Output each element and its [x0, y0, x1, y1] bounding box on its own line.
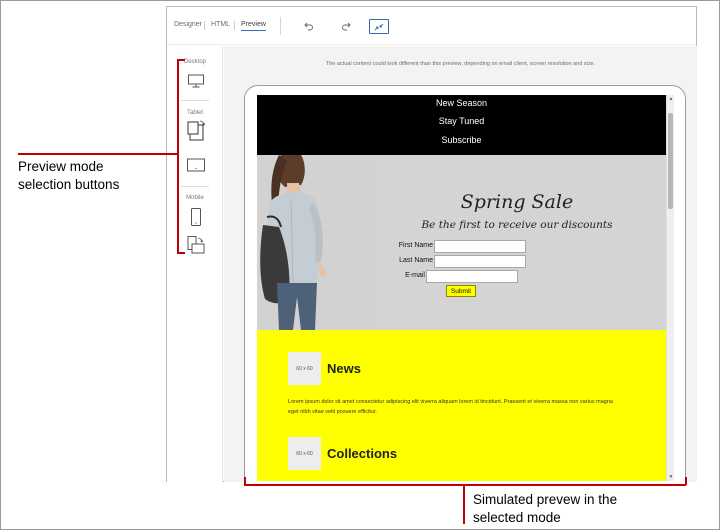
- tab-designer[interactable]: Designer: [174, 21, 202, 28]
- last-name-label: Last Name: [399, 257, 433, 264]
- tablet-landscape-icon: [187, 158, 205, 172]
- desktop-icon: [188, 74, 204, 88]
- email-nav-bar: New Season Stay Tuned Subscribe: [257, 95, 666, 155]
- mode-divider: [181, 100, 209, 101]
- nav-link-stay-tuned[interactable]: Stay Tuned: [257, 116, 666, 126]
- news-heading: News: [327, 361, 361, 376]
- scroll-thumb[interactable]: [668, 113, 673, 209]
- callout-bracket-right: [685, 477, 687, 485]
- callout-preview-mode-line2: selection buttons: [18, 177, 120, 192]
- hero-title: Spring Sale: [460, 191, 574, 213]
- nav-link-new-season[interactable]: New Season: [257, 98, 666, 108]
- tablet-rotate-button[interactable]: [186, 120, 206, 142]
- callout-bracket-bottom: [177, 252, 185, 254]
- last-name-input[interactable]: [434, 255, 526, 268]
- submit-button[interactable]: Submit: [446, 285, 476, 297]
- hero-banner: Spring Sale Be the first to receive our …: [257, 155, 666, 330]
- email-row: E-mail: [381, 270, 425, 283]
- device-screen: New Season Stay Tuned Subscribe Spring S…: [257, 95, 674, 481]
- first-name-row: First Name: [381, 240, 433, 253]
- desktop-label: Desktop: [183, 59, 206, 65]
- callout-preview-mode: Preview mode selection buttons: [18, 158, 119, 194]
- callout-simulated-preview-line1: Simulated prevew in the: [473, 492, 618, 507]
- scroll-up-arrow[interactable]: ▲: [668, 96, 674, 102]
- mobile-rotate-button[interactable]: [186, 234, 206, 256]
- email-editor-window: Designer HTML Preview Desktop Tablet Mob…: [166, 6, 697, 482]
- tablet-landscape-button[interactable]: [186, 154, 206, 176]
- mobile-portrait-icon: [191, 208, 201, 226]
- toolbar-separator: [280, 17, 281, 35]
- mobile-label: Mobile: [186, 195, 204, 201]
- email-label: E-mail: [405, 272, 425, 279]
- redo-icon[interactable]: [339, 19, 353, 33]
- fit-screen-icon[interactable]: [369, 19, 389, 34]
- tab-html[interactable]: HTML: [211, 21, 230, 28]
- first-name-input[interactable]: [434, 240, 526, 253]
- undo-icon[interactable]: [302, 19, 316, 33]
- callout-preview-mode-line1: Preview mode: [18, 159, 104, 174]
- last-name-row: Last Name: [381, 255, 433, 268]
- callout-bracket-vertical: [177, 59, 179, 253]
- editor-toolbar: Designer HTML Preview: [167, 7, 696, 45]
- callout-line-horizontal: [18, 153, 178, 155]
- hero-subtitle: Be the first to receive our discounts: [421, 219, 613, 231]
- scroll-down-arrow[interactable]: ▼: [668, 474, 674, 480]
- email-preview: New Season Stay Tuned Subscribe Spring S…: [257, 95, 666, 481]
- collections-heading: Collections: [327, 446, 398, 461]
- content-section: 60 x 60 News Lorem ipsum dolor sit amet …: [257, 330, 666, 481]
- tab-preview[interactable]: Preview: [241, 21, 266, 31]
- first-name-label: First Name: [398, 242, 433, 249]
- tablet-device-frame: New Season Stay Tuned Subscribe Spring S…: [244, 85, 686, 482]
- tablet-label: Tablet: [186, 110, 203, 116]
- preview-disclaimer: The actual content could look different …: [325, 61, 596, 67]
- callout-line-vertical: [463, 484, 465, 524]
- tab-separator: [234, 21, 235, 30]
- collections-thumbnail: 60 x 60: [288, 437, 321, 470]
- news-thumbnail: 60 x 60: [288, 352, 321, 385]
- preview-scrollbar[interactable]: ▲ ▼: [666, 95, 674, 481]
- model-photo: [257, 155, 377, 330]
- callout-simulated-preview-line2: selected mode: [473, 510, 561, 525]
- callout-simulated-preview: Simulated prevew in the selected mode: [473, 491, 617, 527]
- tab-separator: [204, 21, 205, 30]
- nav-link-subscribe[interactable]: Subscribe: [257, 135, 666, 145]
- mobile-portrait-button[interactable]: [186, 206, 206, 228]
- mobile-rotate-icon: [187, 236, 205, 254]
- desktop-mode-button[interactable]: [186, 70, 206, 92]
- news-body: Lorem ipsum dolor sit amet consectetur a…: [288, 399, 613, 415]
- tablet-rotate-icon: [187, 120, 206, 141]
- callout-bracket-horizontal: [244, 484, 686, 486]
- email-input[interactable]: [426, 270, 518, 283]
- preview-area: The actual content could look different …: [224, 46, 697, 482]
- preview-mode-rail: Desktop Tablet Mobile: [167, 46, 223, 482]
- mode-divider: [181, 186, 209, 187]
- callout-bracket-top: [177, 59, 185, 61]
